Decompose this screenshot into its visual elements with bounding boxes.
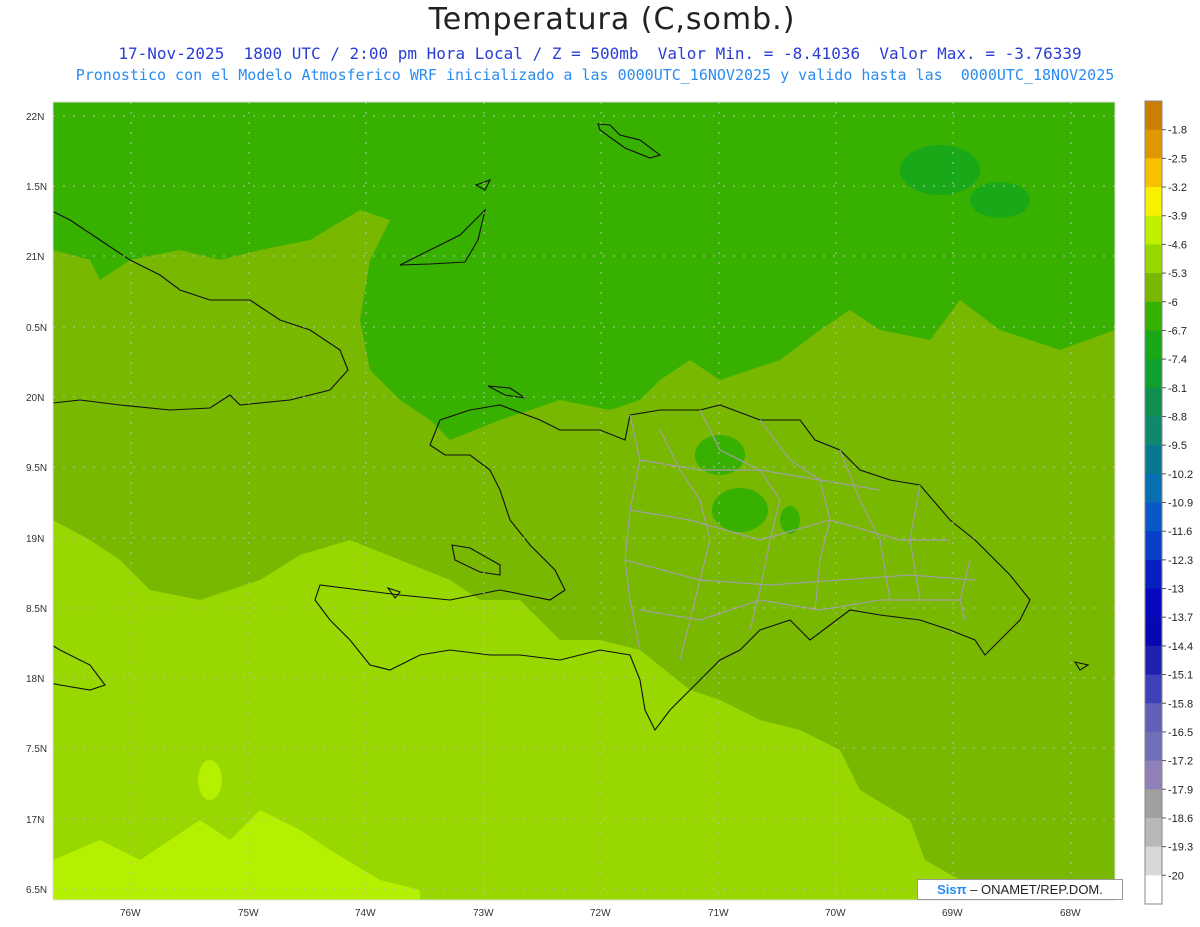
lon-label: 70W <box>825 908 846 919</box>
colorbar-label: -17.9 <box>1168 784 1193 796</box>
lon-axis: 76W 75W 74W 73W 72W 71W 70W 69W 68W <box>120 908 1081 919</box>
colorbar-label: -11.6 <box>1168 526 1192 538</box>
colorbar-swatch <box>1145 588 1162 618</box>
lon-label: 68W <box>1060 908 1081 919</box>
colorbar-label: -20 <box>1168 870 1184 882</box>
colorbar-swatch <box>1145 101 1162 131</box>
temperature-map: 22N 1.5N 21N 0.5N 20N 9.5N 19N 8.5N 18N … <box>26 100 1193 919</box>
colorbar-label: -16.5 <box>1168 727 1193 739</box>
lat-label: 20N <box>26 393 44 404</box>
colorbar-label: -17.2 <box>1168 756 1193 768</box>
plot-area <box>53 102 1115 900</box>
colorbar-swatch <box>1145 387 1162 417</box>
colorbar-swatch <box>1145 158 1162 188</box>
lon-label: 74W <box>355 908 376 919</box>
lon-label: 75W <box>238 908 259 919</box>
colorbar-label: -8.8 <box>1168 411 1187 423</box>
lat-label: 0.5N <box>26 323 47 334</box>
colorbar-swatch <box>1145 531 1162 561</box>
colorbar-swatch <box>1145 359 1162 389</box>
lon-label: 73W <box>473 908 494 919</box>
lon-label: 76W <box>120 908 141 919</box>
colorbar-label: -4.6 <box>1168 239 1187 251</box>
colorbar-label: -12.3 <box>1168 555 1193 567</box>
colorbar-label: -15.1 <box>1168 670 1193 682</box>
lat-label: 7.5N <box>26 744 47 755</box>
lat-label: 17N <box>26 815 44 826</box>
colorbar-swatch <box>1145 215 1162 245</box>
colorbar-swatch <box>1145 674 1162 704</box>
lat-label: 21N <box>26 252 44 263</box>
colorbar-swatch <box>1145 301 1162 331</box>
field-darker-4 <box>712 488 768 532</box>
colorbar-label: -7.4 <box>1168 354 1187 366</box>
lat-label: 8.5N <box>26 604 47 615</box>
colorbar-swatch <box>1145 416 1162 446</box>
lat-label: 18N <box>26 674 44 685</box>
colorbar-label: -6.7 <box>1168 325 1187 337</box>
lat-label: 6.5N <box>26 885 47 896</box>
colorbar-label: -3.9 <box>1168 211 1187 223</box>
colorbar-label: -18.6 <box>1168 813 1193 825</box>
colorbar-swatch <box>1145 731 1162 762</box>
colorbar-label: -9.5 <box>1168 440 1187 452</box>
colorbar-label: -2.5 <box>1168 153 1187 165</box>
colorbar-label: -10.9 <box>1168 498 1193 510</box>
colorbar-label: -1.8 <box>1168 125 1187 137</box>
colorbar-swatch <box>1145 473 1162 503</box>
colorbar-label: -13 <box>1168 584 1184 596</box>
colorbar-swatch <box>1145 129 1162 159</box>
colorbar-label: -19.3 <box>1168 842 1193 854</box>
lon-label: 71W <box>708 908 729 919</box>
field-darker-2 <box>970 182 1030 218</box>
colorbar-swatch <box>1145 789 1162 819</box>
lat-label: 19N <box>26 534 44 545</box>
colorbar-swatch <box>1145 817 1162 848</box>
colorbar-swatch <box>1145 760 1162 790</box>
field-darker-3 <box>695 435 745 475</box>
colorbar-swatch <box>1145 187 1162 217</box>
colorbar-label: -6 <box>1168 297 1178 309</box>
colorbar-swatch <box>1145 703 1162 733</box>
colorbar-label: -8.1 <box>1168 383 1187 395</box>
colorbar-swatch <box>1145 875 1162 905</box>
colorbar-label: -13.7 <box>1168 612 1193 624</box>
colorbar-swatch <box>1145 273 1162 303</box>
colorbar-label: -10.2 <box>1168 469 1193 481</box>
colorbar-swatch <box>1145 645 1162 676</box>
sispi-logo: Sisπ <box>937 882 967 897</box>
colorbar-swatch <box>1145 445 1162 475</box>
lat-label: 1.5N <box>26 182 47 193</box>
field-lightest-2 <box>198 760 222 800</box>
colorbar: -1.8 -2.5 -3.2 -3.9 -4.6 -5.3 -6 -6.7 -7.4 -8.1 -8… <box>1144 100 1193 905</box>
lon-label: 69W <box>942 908 963 919</box>
colorbar-label: -5.3 <box>1168 268 1187 280</box>
colorbar-swatch <box>1145 617 1162 647</box>
lat-label: 9.5N <box>26 463 47 474</box>
field-darker-1 <box>900 145 980 195</box>
lat-label: 22N <box>26 112 44 123</box>
colorbar-swatch <box>1145 244 1162 274</box>
colorbar-swatch <box>1145 846 1162 876</box>
lat-axis: 22N 1.5N 21N 0.5N 20N 9.5N 19N 8.5N 18N … <box>26 112 47 896</box>
colorbar-swatch <box>1145 559 1162 590</box>
credit-text: – ONAMET/REP.DOM. <box>970 882 1103 897</box>
colorbar-label: -14.4 <box>1168 641 1193 653</box>
colorbar-label: -15.8 <box>1168 698 1193 710</box>
colorbar-label: -3.2 <box>1168 182 1187 194</box>
credit-box: Sisπ – ONAMET/REP.DOM. <box>917 879 1123 900</box>
lon-label: 72W <box>590 908 611 919</box>
colorbar-swatch <box>1145 502 1162 532</box>
colorbar-swatch <box>1145 330 1162 360</box>
